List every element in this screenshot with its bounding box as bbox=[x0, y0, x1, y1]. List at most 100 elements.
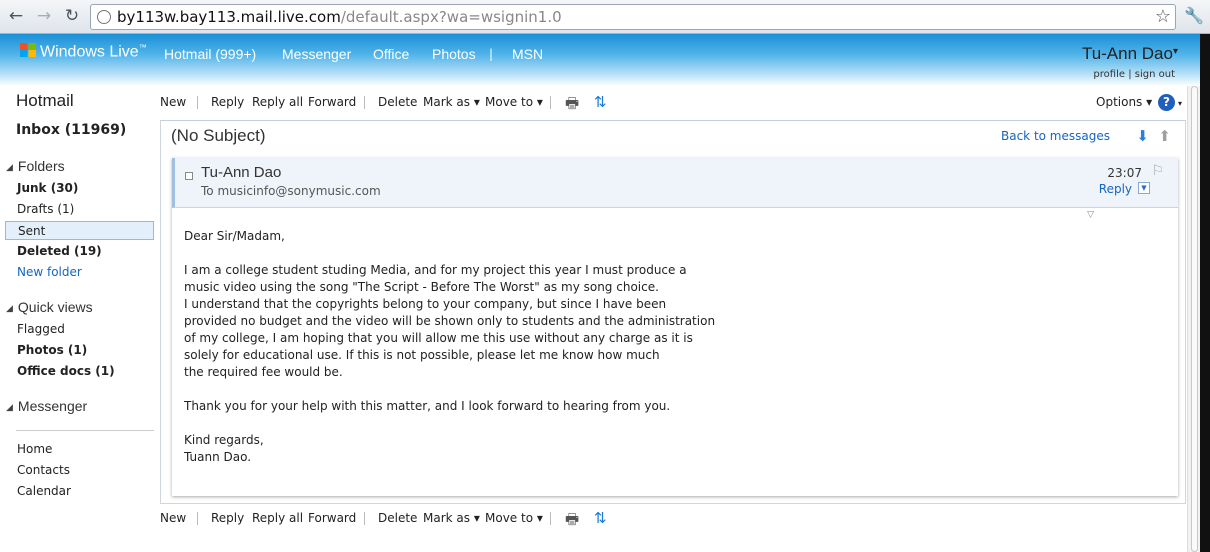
nav-messenger[interactable]: Messenger bbox=[282, 46, 351, 62]
url-path: /default.aspx?wa=wsignin1.0 bbox=[340, 8, 562, 26]
reply-all-button[interactable]: Reply all bbox=[252, 511, 303, 525]
body-closing: Kind regards, bbox=[184, 433, 264, 447]
mark-as-menu[interactable]: Mark as ▾ bbox=[423, 511, 480, 525]
back-to-messages-link[interactable]: Back to messages bbox=[1001, 129, 1110, 143]
quick-views-header[interactable]: ◢ Quick views bbox=[6, 299, 93, 315]
window-edge bbox=[1200, 34, 1210, 552]
reading-pane: (No Subject) Back to messages ⬇ ⬆ Tu-Ann… bbox=[160, 120, 1186, 504]
messenger-header-label: Messenger bbox=[17, 398, 88, 414]
back-arrow-icon[interactable]: ← bbox=[6, 6, 26, 26]
sidebar-item-flagged[interactable]: Flagged bbox=[17, 322, 65, 336]
sync-icon[interactable]: ⇅ bbox=[594, 93, 607, 111]
folders-header-label: Folders bbox=[17, 158, 65, 174]
delete-button[interactable]: Delete bbox=[378, 95, 417, 109]
move-to-menu[interactable]: Move to ▾ bbox=[485, 511, 543, 525]
body-line: I understand that the copyrights belong … bbox=[184, 297, 667, 311]
body-signature: Tuann Dao. bbox=[184, 450, 252, 464]
nav-msn[interactable]: MSN bbox=[512, 46, 543, 62]
user-links: profile | sign out bbox=[1093, 69, 1175, 80]
collapse-toggle[interactable] bbox=[185, 172, 193, 180]
new-button[interactable]: New bbox=[160, 511, 186, 525]
nav-photos[interactable]: Photos bbox=[432, 46, 476, 62]
options-menu[interactable]: Options ▾ bbox=[1096, 95, 1152, 109]
toolbar-divider bbox=[364, 96, 365, 109]
toolbar-divider bbox=[550, 96, 551, 109]
recipient-line: To musicinfo@sonymusic.com bbox=[201, 184, 381, 198]
delete-button[interactable]: Delete bbox=[378, 511, 417, 525]
sidebar-item-drafts[interactable]: Drafts (1) bbox=[17, 202, 74, 216]
body-greeting: Dear Sir/Madam, bbox=[184, 229, 285, 243]
page-scrollbar[interactable] bbox=[1187, 86, 1200, 552]
user-caret-icon: ▾ bbox=[1172, 46, 1178, 57]
collapse-triangle-icon: ◢ bbox=[6, 162, 13, 172]
sidebar-link-calendar[interactable]: Calendar bbox=[17, 484, 71, 498]
sign-out-link[interactable]: sign out bbox=[1135, 69, 1175, 80]
reply-all-button[interactable]: Reply all bbox=[252, 95, 303, 109]
body-line: of my college, I am hoping that you will… bbox=[184, 331, 693, 345]
sender-name[interactable]: Tu-Ann Dao bbox=[201, 164, 281, 181]
message-card: Tu-Ann Dao To musicinfo@sonymusic.com 23… bbox=[172, 158, 1178, 496]
forward-arrow-icon[interactable]: → bbox=[34, 6, 54, 26]
reply-button[interactable]: Reply bbox=[211, 95, 244, 109]
wrench-icon[interactable]: 🔧 bbox=[1184, 6, 1204, 25]
reply-dropdown-icon[interactable]: ▼ bbox=[1138, 182, 1150, 194]
windows-live-logo[interactable]: Windows Live™ bbox=[20, 43, 147, 61]
messenger-header[interactable]: ◢ Messenger bbox=[6, 398, 87, 414]
reload-icon[interactable]: ↻ bbox=[62, 6, 82, 26]
help-caret-icon[interactable]: ▾ bbox=[1178, 99, 1182, 108]
forward-button[interactable]: Forward bbox=[308, 511, 356, 525]
expand-caret-icon[interactable]: ▽ bbox=[1087, 210, 1094, 220]
body-line: provided no budget and the video will be… bbox=[184, 314, 716, 328]
printer-icon[interactable]: 🖶 bbox=[565, 93, 579, 118]
message-time: 23:07 bbox=[1107, 166, 1142, 180]
new-button[interactable]: New bbox=[160, 95, 186, 109]
globe-icon bbox=[97, 10, 111, 24]
message-toolbar-bottom: New Reply Reply all Forward Delete Mark … bbox=[160, 508, 1190, 530]
mark-as-menu[interactable]: Mark as ▾ bbox=[423, 95, 480, 109]
profile-link[interactable]: profile bbox=[1093, 69, 1125, 80]
scrollbar-thumb[interactable] bbox=[1191, 86, 1198, 552]
toolbar-divider bbox=[550, 512, 551, 525]
sidebar-title[interactable]: Hotmail bbox=[16, 91, 74, 111]
user-name: Tu-Ann Dao bbox=[1081, 44, 1173, 63]
sidebar-link-contacts[interactable]: Contacts bbox=[17, 463, 70, 477]
reply-button[interactable]: Reply bbox=[211, 511, 244, 525]
star-icon[interactable]: ☆ bbox=[1155, 6, 1171, 27]
sidebar-item-office-docs[interactable]: Office docs (1) bbox=[17, 364, 115, 378]
folders-header[interactable]: ◢ Folders bbox=[6, 158, 65, 174]
url-host: by113w.bay113.mail.live.com bbox=[117, 8, 341, 26]
message-body: Dear Sir/Madam, I am a college student s… bbox=[184, 228, 1084, 466]
forward-button[interactable]: Forward bbox=[308, 95, 356, 109]
move-to-menu[interactable]: Move to ▾ bbox=[485, 95, 543, 109]
body-line: I am a college student studing Media, an… bbox=[184, 263, 687, 277]
sidebar-divider bbox=[16, 430, 154, 431]
toolbar-divider bbox=[197, 512, 198, 525]
message-toolbar-top: New Reply Reply all Forward Delete Mark … bbox=[160, 92, 1190, 114]
sidebar-item-inbox[interactable]: Inbox (11969) bbox=[16, 122, 126, 138]
toolbar-divider bbox=[197, 96, 198, 109]
sidebar-item-photos[interactable]: Photos (1) bbox=[17, 343, 87, 357]
nav-hotmail[interactable]: Hotmail (999+) bbox=[164, 46, 256, 62]
sidebar-item-sent[interactable]: Sent bbox=[5, 221, 154, 240]
logo-trademark: ™ bbox=[138, 43, 147, 52]
sync-icon[interactable]: ⇅ bbox=[594, 509, 607, 527]
flag-icon[interactable]: ⚐ bbox=[1151, 163, 1164, 179]
nav-office[interactable]: Office bbox=[373, 46, 409, 62]
printer-icon[interactable]: 🖶 bbox=[565, 509, 579, 534]
previous-message-icon[interactable]: ⬆ bbox=[1158, 127, 1171, 145]
url-text[interactable]: by113w.bay113.mail.live.com/default.aspx… bbox=[117, 8, 562, 26]
message-reply-link[interactable]: Reply bbox=[1099, 182, 1132, 196]
sidebar-item-deleted[interactable]: Deleted (19) bbox=[17, 244, 102, 258]
next-message-icon[interactable]: ⬇ bbox=[1136, 127, 1149, 145]
user-links-separator: | bbox=[1128, 69, 1132, 80]
help-icon[interactable]: ? bbox=[1158, 94, 1175, 111]
new-folder-link[interactable]: New folder bbox=[17, 265, 82, 279]
user-menu[interactable]: Tu-Ann Dao▾ bbox=[1082, 44, 1178, 64]
body-line: Thank you for your help with this matter… bbox=[184, 399, 671, 413]
sidebar-link-home[interactable]: Home bbox=[17, 442, 52, 456]
collapse-triangle-icon: ◢ bbox=[6, 402, 13, 412]
address-bar[interactable]: by113w.bay113.mail.live.com/default.aspx… bbox=[90, 4, 1176, 30]
message-header: Tu-Ann Dao To musicinfo@sonymusic.com 23… bbox=[172, 158, 1178, 208]
body-line: music video using the song "The Script -… bbox=[184, 280, 659, 294]
sidebar-item-junk[interactable]: Junk (30) bbox=[17, 181, 78, 195]
